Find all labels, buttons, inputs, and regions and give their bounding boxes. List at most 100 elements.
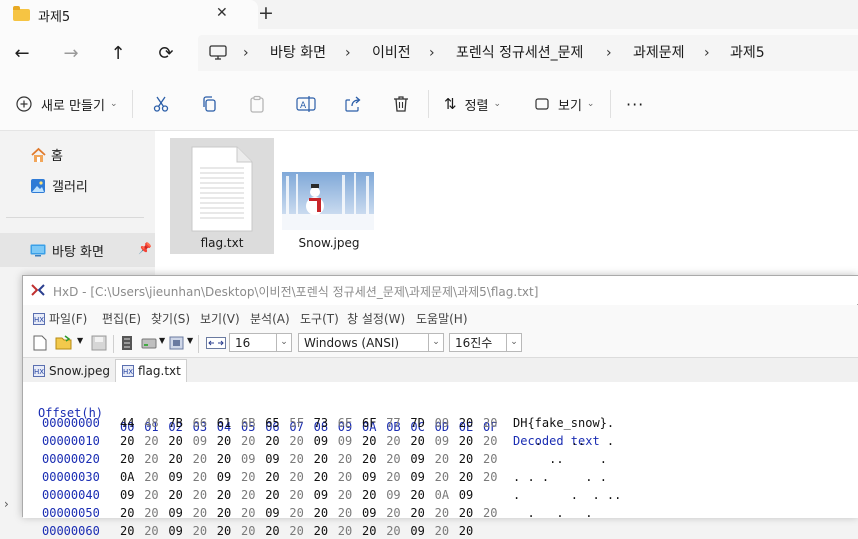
hex-byte[interactable]: 20 (338, 506, 352, 520)
hex-byte[interactable]: 09 (410, 524, 424, 538)
hex-byte[interactable]: 20 (217, 452, 231, 466)
hex-byte[interactable]: 20 (338, 524, 352, 538)
hex-byte[interactable]: 09 (386, 488, 400, 502)
hex-byte[interactable]: 65 (265, 416, 279, 430)
menu-tools[interactable]: 도구(T) (300, 310, 339, 327)
hex-byte[interactable]: 20 (241, 488, 255, 502)
hex-byte[interactable]: 20 (144, 524, 158, 538)
breadcrumb-assignments[interactable]: 과제문제 (633, 35, 685, 71)
tab-flag-txt[interactable]: HX flag.txt (115, 359, 187, 382)
menu-analysis[interactable]: 분석(A) (250, 310, 290, 327)
hex-byte[interactable]: 09 (410, 452, 424, 466)
menu-window[interactable]: 창 설정(W) (347, 310, 405, 327)
tab-snow-jpeg[interactable]: HX Snow.jpeg (27, 359, 113, 382)
hex-byte[interactable]: 20 (144, 506, 158, 520)
menu-file[interactable]: HX 파일(F) (33, 310, 87, 327)
hex-byte[interactable]: 09 (435, 416, 449, 430)
hex-byte[interactable]: 6F (362, 416, 376, 430)
hex-byte[interactable]: 09 (120, 488, 134, 502)
hex-byte[interactable]: 20 (483, 434, 497, 448)
hex-byte[interactable]: 20 (314, 524, 328, 538)
hex-byte[interactable]: 20 (435, 452, 449, 466)
hex-byte[interactable]: 20 (193, 452, 207, 466)
hex-byte[interactable]: 20 (217, 506, 231, 520)
decoded-text[interactable]: DH{fake_snow}. (513, 416, 629, 430)
hex-byte[interactable]: 61 (217, 416, 231, 430)
hex-byte[interactable]: 20 (193, 488, 207, 502)
hex-byte[interactable]: 20 (120, 452, 134, 466)
sidebar-item-gallery[interactable]: 갤러리 (30, 176, 88, 195)
hex-byte[interactable]: 09 (314, 488, 328, 502)
save-icon[interactable] (91, 335, 107, 351)
hex-byte[interactable]: 0A (435, 488, 449, 502)
hex-byte[interactable]: 20 (483, 506, 497, 520)
open-dropdown-icon[interactable]: ▼ (77, 336, 83, 345)
hex-byte[interactable]: 20 (144, 434, 158, 448)
hex-byte[interactable]: 09 (168, 524, 182, 538)
hex-byte[interactable]: 20 (338, 488, 352, 502)
hex-byte[interactable]: 20 (362, 488, 376, 502)
hex-byte[interactable]: 7B (168, 416, 182, 430)
hex-byte[interactable]: 20 (144, 488, 158, 502)
hex-byte[interactable]: 20 (483, 470, 497, 484)
breadcrumb-desktop[interactable]: 바탕 화면 (270, 35, 326, 71)
rename-button[interactable]: A (296, 77, 316, 131)
hex-byte[interactable]: 20 (217, 434, 231, 448)
hex-byte[interactable]: 20 (386, 524, 400, 538)
hex-byte[interactable]: 09 (265, 506, 279, 520)
hex-byte[interactable]: 09 (193, 434, 207, 448)
hex-byte[interactable]: 20 (120, 434, 134, 448)
hex-byte[interactable]: 09 (362, 506, 376, 520)
hex-byte[interactable]: 09 (459, 488, 473, 502)
new-tab-button[interactable]: + (258, 2, 274, 24)
offset-base-select[interactable]: 16진수 ⌄ (449, 333, 522, 352)
hex-byte[interactable]: 09 (338, 434, 352, 448)
hex-byte[interactable]: 20 (168, 434, 182, 448)
hex-byte[interactable]: 5F (289, 416, 303, 430)
file-item-flag[interactable]: flag.txt (170, 138, 274, 254)
charset-select[interactable]: Windows (ANSI) ⌄ (298, 333, 444, 352)
hex-byte[interactable]: 20 (289, 524, 303, 538)
hex-byte[interactable]: 20 (362, 434, 376, 448)
disk-icon[interactable] (141, 335, 157, 351)
hex-byte[interactable]: 20 (120, 506, 134, 520)
hex-byte[interactable]: 6E (338, 416, 352, 430)
copy-button[interactable] (200, 77, 218, 131)
bytes-per-row-select[interactable]: 16 ⌄ (229, 333, 292, 352)
address-bar[interactable]: › 바탕 화면 › 이비전 › 포렌식 정규세션_문제 › 과제문제 › 과제5 (198, 35, 858, 71)
hex-byte[interactable]: 09 (217, 470, 231, 484)
paste-button[interactable] (248, 77, 266, 131)
hex-byte[interactable]: 20 (168, 488, 182, 502)
hex-byte[interactable]: 09 (314, 434, 328, 448)
process-icon[interactable] (169, 335, 185, 351)
hex-byte[interactable]: 20 (459, 470, 473, 484)
view-button[interactable]: 보기 ⌄ (535, 77, 594, 131)
hex-byte[interactable]: 20 (459, 452, 473, 466)
breadcrumb-forensics[interactable]: 포렌식 정규세션_문제 (456, 35, 583, 71)
menu-search[interactable]: 찾기(S) (151, 310, 190, 327)
hex-byte[interactable]: 20 (193, 506, 207, 520)
decoded-text[interactable]: . .. . (513, 434, 629, 448)
hex-byte[interactable]: 09 (168, 470, 182, 484)
pin-icon[interactable]: 📌 (138, 242, 152, 255)
hex-byte[interactable]: 20 (314, 506, 328, 520)
tab-current-folder[interactable]: 과제5 ✕ (0, 0, 258, 29)
ram-icon[interactable] (120, 335, 134, 351)
hex-byte[interactable]: 20 (241, 470, 255, 484)
process-dropdown-icon[interactable]: ▼ (187, 336, 193, 345)
hex-byte[interactable]: 20 (289, 470, 303, 484)
hex-byte[interactable]: 20 (241, 506, 255, 520)
hex-byte[interactable]: 09 (168, 506, 182, 520)
hex-byte[interactable]: 20 (168, 452, 182, 466)
hex-byte[interactable]: 20 (265, 488, 279, 502)
up-button[interactable]: ↑ (104, 39, 132, 67)
hex-byte[interactable]: 77 (386, 416, 400, 430)
new-file-icon[interactable] (33, 335, 47, 351)
open-folder-icon[interactable] (55, 335, 73, 351)
decoded-text[interactable]: . . . .. (513, 488, 621, 502)
hex-byte[interactable]: 20 (435, 524, 449, 538)
hex-byte[interactable]: 20 (289, 488, 303, 502)
sort-button[interactable]: ⇅ 정렬 ⌄ (444, 77, 501, 131)
hex-byte[interactable]: 20 (459, 506, 473, 520)
hex-byte[interactable]: 48 (144, 416, 158, 430)
